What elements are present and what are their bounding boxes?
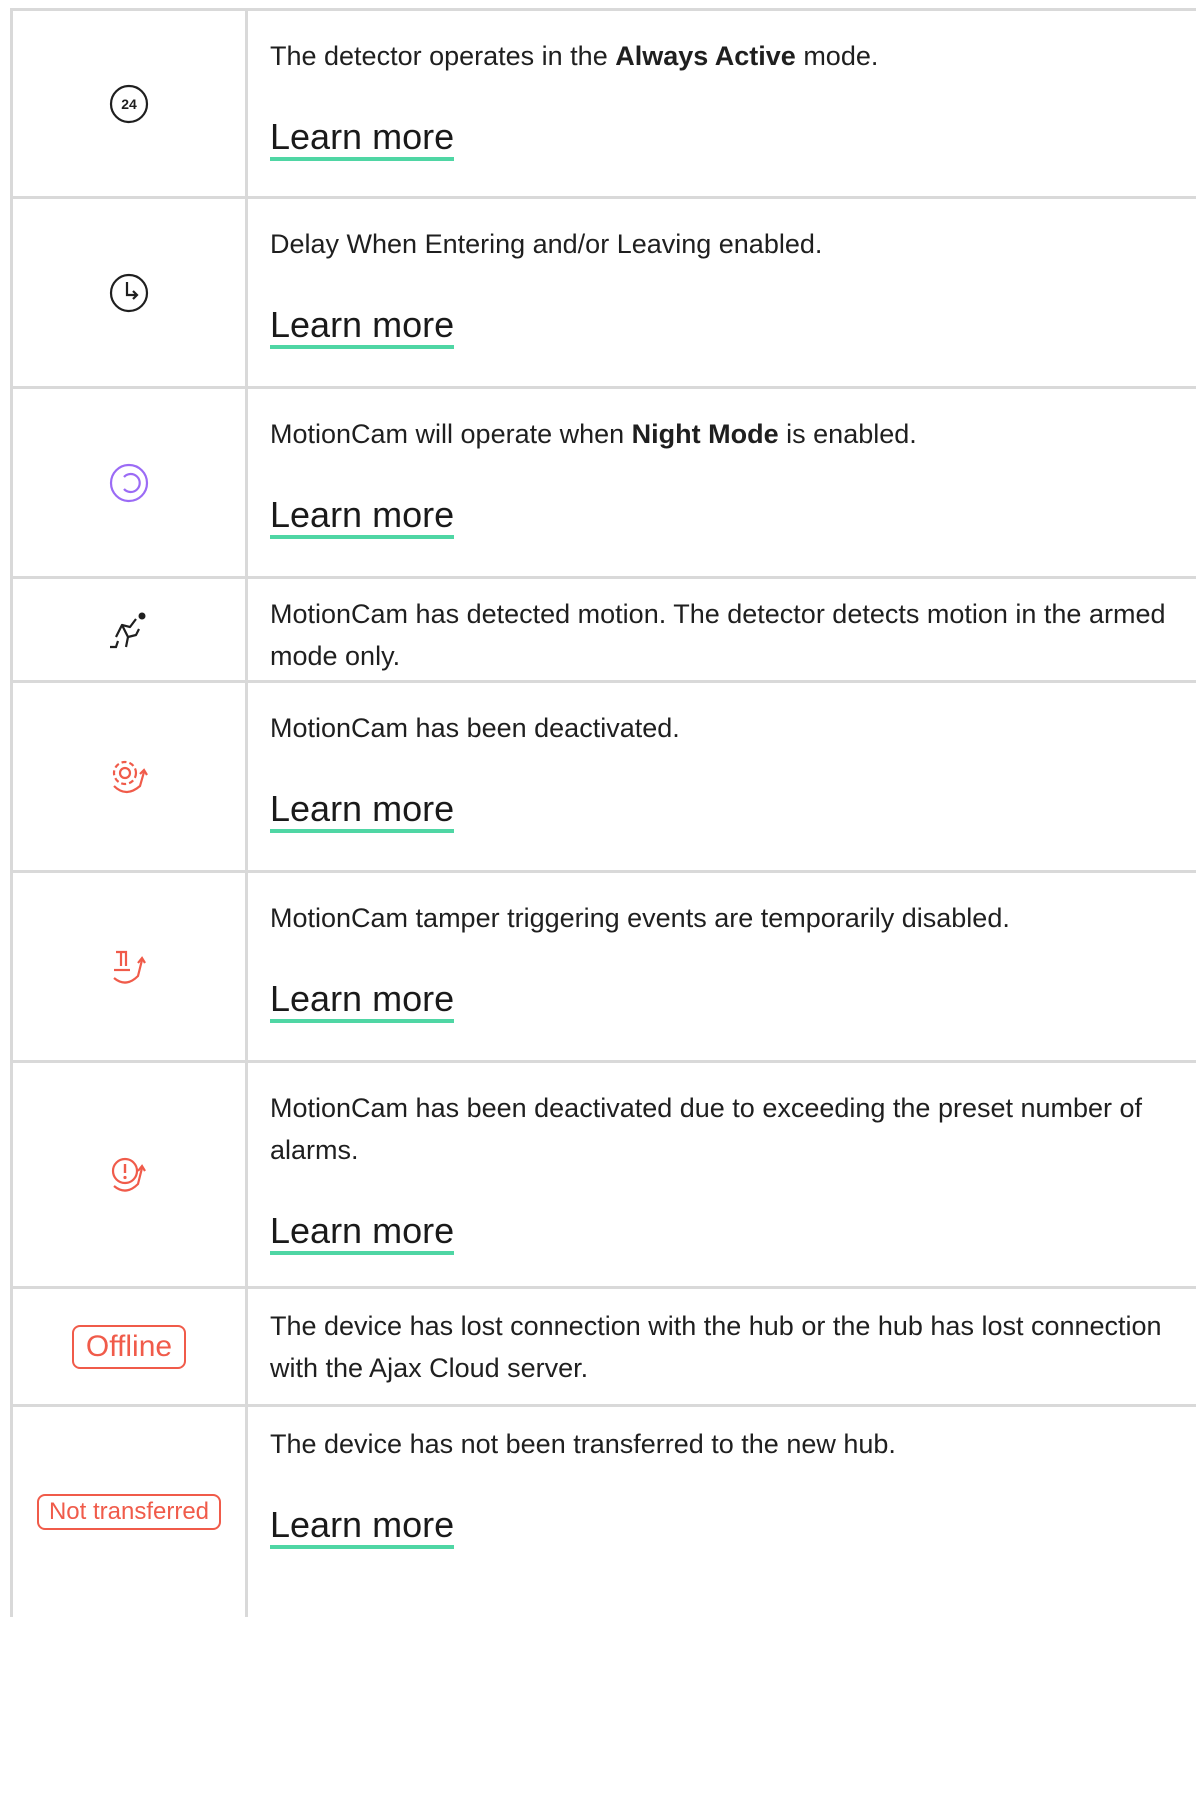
table-row: MotionCam will operate when Night Mode i… [13,389,1196,579]
icon-label: 24 [121,96,137,112]
description-text: MotionCam has detected motion. The detec… [270,599,1166,671]
icon-cell: 24 [13,11,248,196]
icon-cell [13,389,248,576]
table-row: 24 The detector operates in the Always A… [13,11,1196,199]
status-icons-table: 24 The detector operates in the Always A… [10,8,1196,1617]
night-mode-icon [109,463,149,502]
description-cell: MotionCam has detected motion. The detec… [248,579,1196,680]
alarm-limit-deactivated-icon [111,1157,146,1192]
description-cell: Delay When Entering and/or Leaving enabl… [248,199,1196,386]
description-cell: MotionCam has been deactivated due to ex… [248,1063,1196,1286]
learn-more-link[interactable]: Learn more [270,979,455,1023]
deactivated-gear-icon [112,760,148,793]
table-row: Offline The device has lost connection w… [13,1289,1196,1407]
icon-cell [13,199,248,386]
description-cell: The device has lost connection with the … [248,1289,1196,1404]
motion-detected-icon [110,612,146,648]
learn-more-link[interactable]: Learn more [270,305,455,349]
description-cell: MotionCam has been deactivated. Learn mo… [248,683,1196,870]
description-text: Delay When Entering and/or Leaving enabl… [270,229,823,259]
icon-cell [13,683,248,870]
description-text: MotionCam tamper triggering events are t… [270,903,1010,933]
description-cell: The device has not been transferred to t… [248,1407,1196,1617]
learn-more-link[interactable]: Learn more [270,117,455,161]
table-row: MotionCam tamper triggering events are t… [13,873,1196,1063]
learn-more-link[interactable]: Learn more [270,1505,455,1549]
delay-clock-icon [109,273,149,312]
learn-more-link[interactable]: Learn more [270,1211,455,1255]
table-row: MotionCam has detected motion. The detec… [13,579,1196,683]
description-text: MotionCam has been deactivated. [270,713,680,743]
icon-cell [13,1063,248,1286]
icon-cell [13,579,248,680]
description-text: MotionCam has been deactivated due to ex… [270,1093,1143,1165]
table-row: Delay When Entering and/or Leaving enabl… [13,199,1196,389]
description-text: The device has not been transferred to t… [270,1429,896,1459]
always-active-24-icon: 24 [109,84,149,123]
description-text: The detector operates in the Always Acti… [270,41,879,71]
offline-status-badge: Offline [71,1324,187,1369]
not-transferred-status-badge: Not transferred [36,1494,222,1530]
icon-cell [13,873,248,1060]
icon-cell: Not transferred [13,1407,248,1617]
table-row: MotionCam has been deactivated due to ex… [13,1063,1196,1289]
table-row: MotionCam has been deactivated. Learn mo… [13,683,1196,873]
table-row: Not transferred The device has not been … [13,1407,1196,1617]
description-cell: MotionCam will operate when Night Mode i… [248,389,1196,576]
description-cell: The detector operates in the Always Acti… [248,11,1196,196]
icon-cell: Offline [13,1289,248,1404]
description-text: MotionCam will operate when Night Mode i… [270,419,917,449]
description-text: The device has lost connection with the … [270,1311,1162,1383]
tamper-disabled-icon [113,950,146,984]
learn-more-link[interactable]: Learn more [270,495,455,539]
learn-more-link[interactable]: Learn more [270,789,455,833]
description-cell: MotionCam tamper triggering events are t… [248,873,1196,1060]
